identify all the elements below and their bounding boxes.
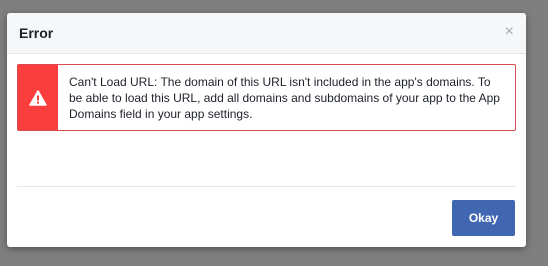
alert-message: Can't Load URL: The domain of this URL i… (69, 75, 500, 121)
dialog-header: Error × (7, 13, 526, 54)
error-dialog: Error × Can't Load URL: The domain of th… (7, 13, 526, 247)
footer-divider (17, 186, 516, 187)
warning-icon (29, 89, 47, 106)
error-alert: Can't Load URL: The domain of this URL i… (17, 64, 516, 131)
okay-button[interactable]: Okay (452, 200, 515, 236)
alert-icon-box (18, 65, 58, 130)
close-icon[interactable]: × (505, 24, 514, 40)
dialog-title: Error (19, 25, 54, 41)
